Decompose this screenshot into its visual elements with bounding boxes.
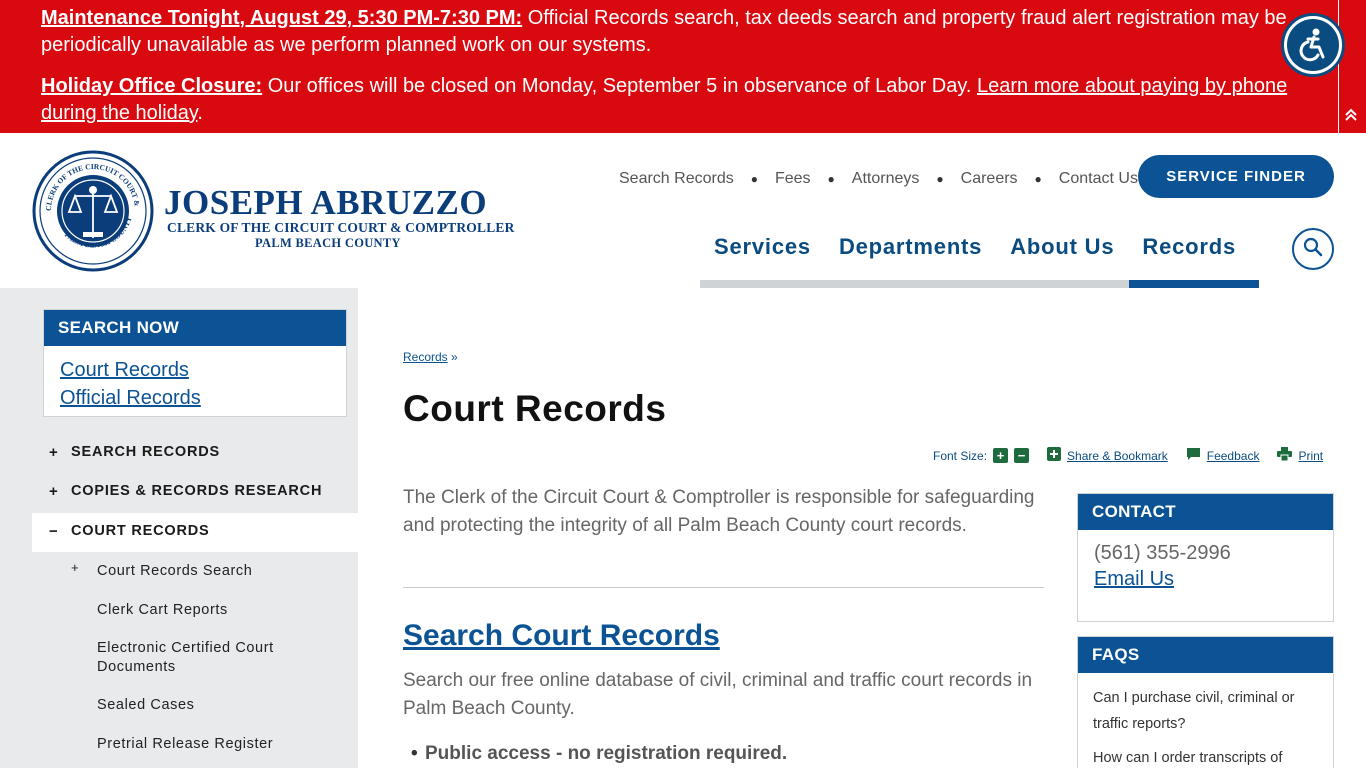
font-decrease-button[interactable]: −	[1014, 448, 1030, 463]
expand-icon[interactable]: +	[49, 444, 59, 461]
search-now-court-records-link[interactable]: Court Records	[60, 356, 346, 384]
expand-icon[interactable]: +	[49, 483, 59, 500]
faqs-title: FAQS	[1078, 637, 1333, 673]
print-icon	[1277, 447, 1293, 464]
nav-services[interactable]: Services	[700, 234, 825, 260]
search-now-official-records-link[interactable]: Official Records	[60, 384, 346, 412]
accessibility-icon	[1287, 19, 1339, 71]
alert-holiday-end: .	[197, 102, 203, 124]
intro-text: The Clerk of the Circuit Court & Comptro…	[403, 487, 1035, 536]
font-size-label: Font Size:	[933, 448, 988, 463]
logo-name[interactable]: JOSEPH ABRUZZO	[164, 183, 487, 223]
sidebar-sub-clerk-cart-reports[interactable]: Clerk Cart Reports	[97, 601, 337, 620]
sidebar-item-label: COPIES & RECORDS RESEARCH	[71, 483, 323, 499]
search-now-title: SEARCH NOW	[44, 310, 346, 346]
utility-careers[interactable]: Careers	[961, 170, 1018, 188]
print-link[interactable]: Print	[1298, 449, 1323, 463]
sidebar-sub-sealed-cases[interactable]: Sealed Cases	[97, 696, 337, 715]
sidebar-sub-electronic-certified[interactable]: Electronic Certified Court Documents	[97, 639, 337, 677]
utility-attorneys[interactable]: Attorneys	[852, 170, 920, 188]
sidebar-sub-court-records-search[interactable]: Court Records Search	[97, 562, 337, 581]
alert-holiday-title: Holiday Office Closure:	[41, 75, 263, 97]
faqs-card: FAQS Can I purchase civil, criminal or t…	[1077, 636, 1334, 768]
search-now-box: SEARCH NOW Court Records Official Record…	[43, 309, 347, 417]
nav-departments[interactable]: Departments	[825, 234, 996, 260]
nav-underline	[700, 280, 1129, 288]
search-court-records-text: Search our free online database of civil…	[403, 670, 1033, 719]
utility-separator: ●	[827, 172, 835, 186]
feedback-icon	[1186, 447, 1201, 464]
alert-maintenance: Maintenance Tonight, August 29, 5:30 PM-…	[41, 5, 1331, 59]
bullet-public-access: Public access - no registration required…	[411, 743, 787, 765]
breadcrumb: Records »	[403, 350, 458, 364]
page-title: Court Records	[403, 388, 667, 429]
logo-subtitle: CLERK OF THE CIRCUIT COURT & COMPTROLLER	[167, 220, 515, 235]
alert-holiday-text: Our offices will be closed on Monday, Se…	[262, 75, 977, 97]
utility-separator: ●	[1034, 172, 1042, 186]
content-divider	[403, 587, 1044, 588]
contact-card: CONTACT (561) 355-2996 Email Us	[1077, 493, 1334, 622]
share-icon	[1047, 447, 1062, 464]
alert-holiday: Holiday Office Closure: Our offices will…	[41, 73, 1331, 127]
collapse-icon[interactable]: −	[49, 523, 59, 540]
search-icon	[1303, 237, 1323, 262]
search-button[interactable]	[1292, 228, 1334, 270]
logo-county: PALM BEACH COUNTY	[255, 236, 401, 250]
share-bookmark-link[interactable]: Share & Bookmark	[1067, 449, 1168, 463]
collapse-alert-icon[interactable]	[1342, 108, 1360, 126]
utility-fees[interactable]: Fees	[775, 170, 811, 188]
sidebar-sub-pretrial-release[interactable]: Pretrial Release Register	[97, 735, 337, 754]
sidebar-item-label: SEARCH RECORDS	[71, 444, 220, 460]
contact-email-link[interactable]: Email Us	[1094, 568, 1333, 591]
search-court-records-heading[interactable]: Search Court Records	[403, 619, 720, 653]
sidebar-item-label: COURT RECORDS	[71, 523, 210, 539]
contact-phone[interactable]: (561) 355-2996	[1094, 542, 1333, 565]
nav-records[interactable]: Records	[1128, 234, 1250, 260]
utility-separator: ●	[936, 172, 944, 186]
utility-search-records[interactable]: Search Records	[619, 170, 734, 188]
alert-divider	[1338, 0, 1339, 133]
contact-title: CONTACT	[1078, 494, 1333, 530]
font-increase-button[interactable]: +	[993, 448, 1009, 463]
main-nav: Services Departments About Us Records	[700, 234, 1250, 260]
alert-banner: Maintenance Tonight, August 29, 5:30 PM-…	[0, 0, 1366, 133]
nav-active-indicator	[1129, 280, 1259, 288]
feedback-link[interactable]: Feedback	[1207, 449, 1260, 463]
clerk-seal-logo[interactable]: CLERK OF THE CIRCUIT COURT & COMPTROLLER…	[27, 143, 155, 272]
faq-item[interactable]: How can I order transcripts of	[1093, 745, 1317, 768]
utility-nav: Search Records ● Fees ● Attorneys ● Care…	[619, 170, 1138, 188]
alert-maintenance-title: Maintenance Tonight, August 29, 5:30 PM-…	[41, 7, 523, 29]
utility-separator: ●	[750, 172, 758, 186]
service-finder-button[interactable]: SERVICE FINDER	[1138, 155, 1334, 198]
page-tools: Font Size: + − Share & Bookmark Feedback…	[933, 447, 1323, 464]
expand-icon[interactable]: +	[71, 560, 79, 575]
utility-contact-us[interactable]: Contact Us	[1059, 170, 1138, 188]
breadcrumb-records-link[interactable]: Records	[403, 350, 448, 364]
nav-about-us[interactable]: About Us	[996, 234, 1128, 260]
accessibility-button[interactable]	[1281, 13, 1345, 77]
breadcrumb-separator: »	[447, 350, 458, 364]
faq-item[interactable]: Can I purchase civil, criminal or traffi…	[1093, 685, 1317, 737]
